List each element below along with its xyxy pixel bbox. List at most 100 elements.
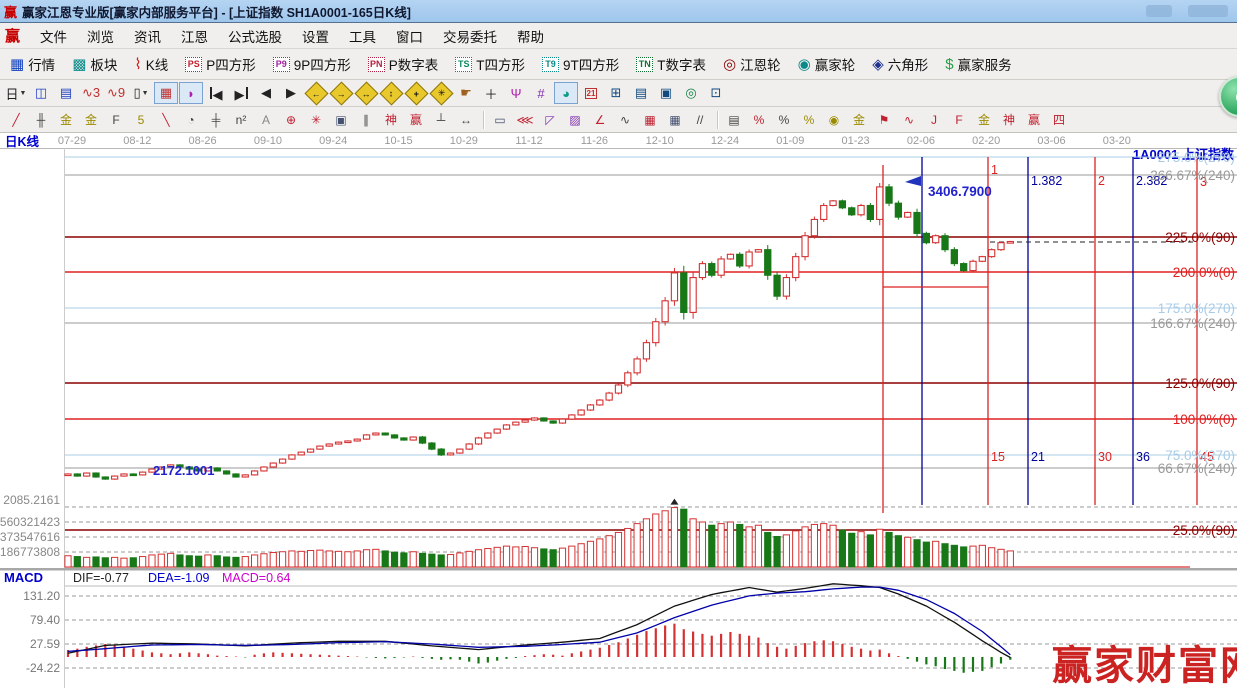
overlay-chart-icon[interactable]: ◫: [29, 82, 53, 104]
zigzag-tool-icon[interactable]: ∿: [613, 109, 637, 131]
hand-tool-icon[interactable]: ☛: [454, 82, 478, 104]
ruler-tool-icon[interactable]: ┴: [429, 109, 453, 131]
gann-level-label: 25.0%(90): [1173, 523, 1235, 538]
prev-bar-icon[interactable]: ◀: [254, 82, 278, 104]
angle-rays-icon[interactable]: ∠: [588, 109, 612, 131]
span-arrow-icon[interactable]: ↔: [454, 109, 478, 131]
net-tool-icon[interactable]: #: [529, 82, 553, 104]
f-angle-icon[interactable]: F: [947, 109, 971, 131]
shift-left-icon[interactable]: ←: [304, 82, 328, 104]
menu-item-5[interactable]: 设置: [292, 23, 339, 49]
calculator-icon[interactable]: ⊞: [604, 82, 628, 104]
fan-rays-icon[interactable]: ⋘: [513, 109, 537, 131]
zoom-all-icon[interactable]: ✳: [429, 82, 453, 104]
feature-winner-wheel[interactable]: ◉赢家轮: [794, 52, 860, 76]
shift-right-icon[interactable]: →: [329, 82, 353, 104]
menu-item-2[interactable]: 资讯: [124, 23, 171, 49]
period-day-icon[interactable]: 日▼: [4, 82, 28, 104]
pct-plain-icon[interactable]: %: [772, 109, 796, 131]
menu-item-1[interactable]: 浏览: [77, 23, 124, 49]
ying-angle-icon[interactable]: 赢: [1022, 109, 1046, 131]
next-bar-icon[interactable]: ▶: [279, 82, 303, 104]
feature-sectors[interactable]: ▩板块: [68, 52, 121, 76]
box-rays-icon[interactable]: ◸: [538, 109, 562, 131]
grid-tool-icon[interactable]: ╫: [29, 109, 53, 131]
pct-gold-icon[interactable]: %: [797, 109, 821, 131]
small-grid-icon[interactable]: ╪: [204, 109, 228, 131]
gold-level-icon[interactable]: 金: [847, 109, 871, 131]
sphere-tool-icon[interactable]: ◕: [554, 82, 578, 104]
kline-chart-svg[interactable]: 日K线07-2908-1208-2609-1009-2410-1510-2911…: [0, 133, 1237, 688]
date-tick: 01-23: [842, 135, 870, 147]
candle-style-icon[interactable]: ▯▼: [129, 82, 153, 104]
menu-item-8[interactable]: 交易委托: [433, 23, 507, 49]
info-panel-icon[interactable]: ▤: [54, 82, 78, 104]
expand-v-icon[interactable]: ↕: [379, 82, 403, 104]
window-button[interactable]: [1146, 5, 1172, 17]
crosshair-icon[interactable]: ＋: [479, 82, 503, 104]
menu-item-6[interactable]: 工具: [339, 23, 386, 49]
feature-t-square[interactable]: TST四方形: [451, 52, 529, 76]
last-bar-icon[interactable]: ▶: [229, 82, 253, 104]
feature-winner-service[interactable]: $赢家服务: [941, 52, 1015, 76]
menu-item-7[interactable]: 窗口: [386, 23, 433, 49]
calendar-icon[interactable]: 21: [579, 82, 603, 104]
dense-grid-1-icon[interactable]: ▦: [638, 109, 662, 131]
gold-grid-1-icon[interactable]: 金: [54, 109, 78, 131]
candle-flag-icon[interactable]: ⚑: [872, 109, 896, 131]
ma9-icon[interactable]: ∿9: [104, 82, 128, 104]
circle-cross-icon[interactable]: ⊕: [279, 109, 303, 131]
feature-9t-square[interactable]: T99T四方形: [538, 52, 623, 76]
four-angle-icon[interactable]: 四: [1047, 109, 1071, 131]
shen-angle-icon[interactable]: 神: [997, 109, 1021, 131]
shen-grid-icon[interactable]: 神: [379, 109, 403, 131]
knife-tool-icon[interactable]: ╱: [4, 109, 28, 131]
window-tool-icon[interactable]: ▭: [488, 109, 512, 131]
menu-item-4[interactable]: 公式选股: [218, 23, 292, 49]
gold-circle-icon[interactable]: ◉: [822, 109, 846, 131]
box-grid-icon[interactable]: ▣: [329, 109, 353, 131]
feature-quotes[interactable]: ▦行情: [6, 52, 59, 76]
feature-gann-wheel[interactable]: ◎江恩轮: [719, 52, 785, 76]
feature-p-number[interactable]: PNP数字表: [364, 52, 443, 76]
menu-item-9[interactable]: 帮助: [507, 23, 554, 49]
pct-red-icon[interactable]: %: [747, 109, 771, 131]
hatch-tool-icon[interactable]: //: [688, 109, 712, 131]
notes-icon[interactable]: ▤: [629, 82, 653, 104]
first-bar-icon[interactable]: ◀: [204, 82, 228, 104]
expand-h-icon[interactable]: ↔: [354, 82, 378, 104]
menu-item-0[interactable]: 文件: [30, 23, 77, 49]
save-web-icon[interactable]: ◎: [679, 82, 703, 104]
send-pc-icon[interactable]: ⊡: [704, 82, 728, 104]
dense-grid-2-icon[interactable]: ▦: [663, 109, 687, 131]
j-angle-icon[interactable]: J: [922, 109, 946, 131]
gold-grid-2-icon[interactable]: 金: [79, 109, 103, 131]
ying-grid-icon[interactable]: 赢: [404, 109, 428, 131]
save-icon[interactable]: ▣: [654, 82, 678, 104]
chart-area[interactable]: 日K线07-2908-1208-2609-1009-2410-1510-2911…: [0, 133, 1237, 688]
box-net-icon[interactable]: ▨: [563, 109, 587, 131]
feature-hexagon[interactable]: ◈六角形: [868, 52, 932, 76]
feature-kline[interactable]: ⌇K线: [130, 52, 172, 76]
clock-circle-icon[interactable]: ◔: [179, 109, 203, 131]
wave-tool-icon[interactable]: ∿: [897, 109, 921, 131]
n-square-icon[interactable]: n²: [229, 109, 253, 131]
ma3-icon[interactable]: ∿3: [79, 82, 103, 104]
a-shape-icon[interactable]: A: [254, 109, 278, 131]
gold-angle-icon[interactable]: 金: [972, 109, 996, 131]
star-grid-icon[interactable]: ✳: [304, 109, 328, 131]
window-button-2[interactable]: [1188, 5, 1228, 17]
zoom-in-icon[interactable]: +: [404, 82, 428, 104]
f-grid-icon[interactable]: F: [104, 109, 128, 131]
feature-t-number[interactable]: TNT数字表: [632, 52, 710, 76]
color-kline-icon[interactable]: ◗: [179, 82, 203, 104]
menu-item-3[interactable]: 江恩: [171, 23, 218, 49]
bars-tool-icon[interactable]: ∥: [354, 109, 378, 131]
pattern-grid-icon[interactable]: ▦: [154, 82, 178, 104]
feature-p-square[interactable]: PSP四方形: [181, 52, 260, 76]
five-grid-icon[interactable]: 5: [129, 109, 153, 131]
feature-9p-square[interactable]: P99P四方形: [269, 52, 355, 76]
pct-list-icon[interactable]: ▤: [722, 109, 746, 131]
brush-tool-icon[interactable]: ╲: [154, 109, 178, 131]
pin-tool-icon[interactable]: Ψ: [504, 82, 528, 104]
